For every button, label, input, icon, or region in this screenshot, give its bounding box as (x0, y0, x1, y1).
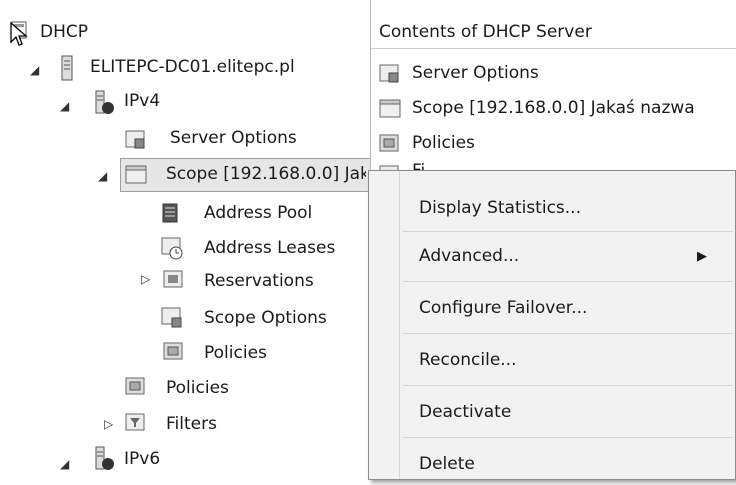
collapse-icon[interactable]: ◢ (60, 458, 69, 470)
filters-icon (125, 413, 145, 431)
tree-item-server[interactable]: ELITEPC-DC01.elitepc.pl (90, 56, 295, 78)
expand-icon[interactable]: ▷ (104, 418, 113, 430)
policies-icon (379, 134, 399, 152)
contents-item[interactable]: Server Options (412, 62, 539, 84)
expand-icon[interactable]: ▷ (141, 273, 150, 285)
menu-item-configure-failover[interactable]: Configure Failover... (369, 289, 735, 329)
collapse-icon[interactable]: ◢ (30, 64, 39, 76)
tree-item-ipv6[interactable]: IPv6 (124, 448, 160, 470)
tree-item-dhcp[interactable]: DHCP (40, 21, 88, 43)
contents-column-header[interactable]: Contents of DHCP Server (371, 18, 736, 49)
tree-item-scope-policies[interactable]: Policies (204, 342, 267, 364)
tree-item-policies[interactable]: Policies (166, 377, 229, 399)
menu-item-deactivate[interactable]: Deactivate (369, 393, 735, 433)
tree-item-address-leases[interactable]: Address Leases (204, 237, 364, 259)
ipv4-icon (95, 90, 114, 114)
scope-options-icon (161, 307, 182, 328)
server-icon (61, 55, 73, 81)
scope-folder-icon (125, 165, 147, 184)
menu-separator (403, 437, 733, 438)
collapse-icon[interactable]: ◢ (60, 100, 69, 112)
tree-item-scope[interactable]: Scope [192.168.0.0] Jakaś nazwa (166, 163, 366, 185)
collapse-icon[interactable]: ◢ (98, 170, 107, 182)
policies-icon (163, 342, 183, 360)
context-menu: Display Statistics... Advanced... ▶ Conf… (368, 170, 736, 480)
policies-icon (125, 377, 145, 395)
server-options-icon (125, 130, 145, 149)
reservations-icon (163, 270, 183, 288)
scope-folder-icon (379, 99, 401, 118)
tree-item-ipv4[interactable]: IPv4 (124, 90, 160, 112)
menu-separator (403, 281, 733, 282)
menu-separator (403, 333, 733, 334)
contents-item[interactable]: Fi (412, 160, 425, 170)
menu-separator (403, 231, 733, 232)
menu-separator (403, 385, 733, 386)
menu-item-advanced[interactable]: Advanced... ▶ (369, 237, 735, 277)
tree-item-scope-options[interactable]: Scope Options (204, 307, 364, 329)
address-leases-icon (161, 237, 183, 260)
address-pool-icon (162, 203, 178, 223)
contents-item[interactable]: Scope [192.168.0.0] Jakaś nazwa (412, 97, 732, 119)
menu-item-display-statistics[interactable]: Display Statistics... (369, 189, 735, 229)
contents-item[interactable]: Policies (412, 132, 475, 154)
tree-item-reservations[interactable]: Reservations (204, 270, 364, 292)
tree-item-filters[interactable]: Filters (166, 413, 217, 435)
tree-item-server-options[interactable]: Server Options (170, 127, 297, 149)
tree-item-address-pool[interactable]: Address Pool (204, 202, 364, 224)
ipv6-icon (95, 446, 114, 470)
menu-item-reconcile[interactable]: Reconcile... (369, 341, 735, 381)
mouse-cursor-icon (10, 22, 28, 46)
submenu-arrow-icon: ▶ (697, 249, 707, 264)
server-options-icon (379, 64, 399, 83)
menu-item-delete[interactable]: Delete (369, 445, 735, 485)
contents-header-label: Contents of DHCP Server (379, 22, 592, 42)
